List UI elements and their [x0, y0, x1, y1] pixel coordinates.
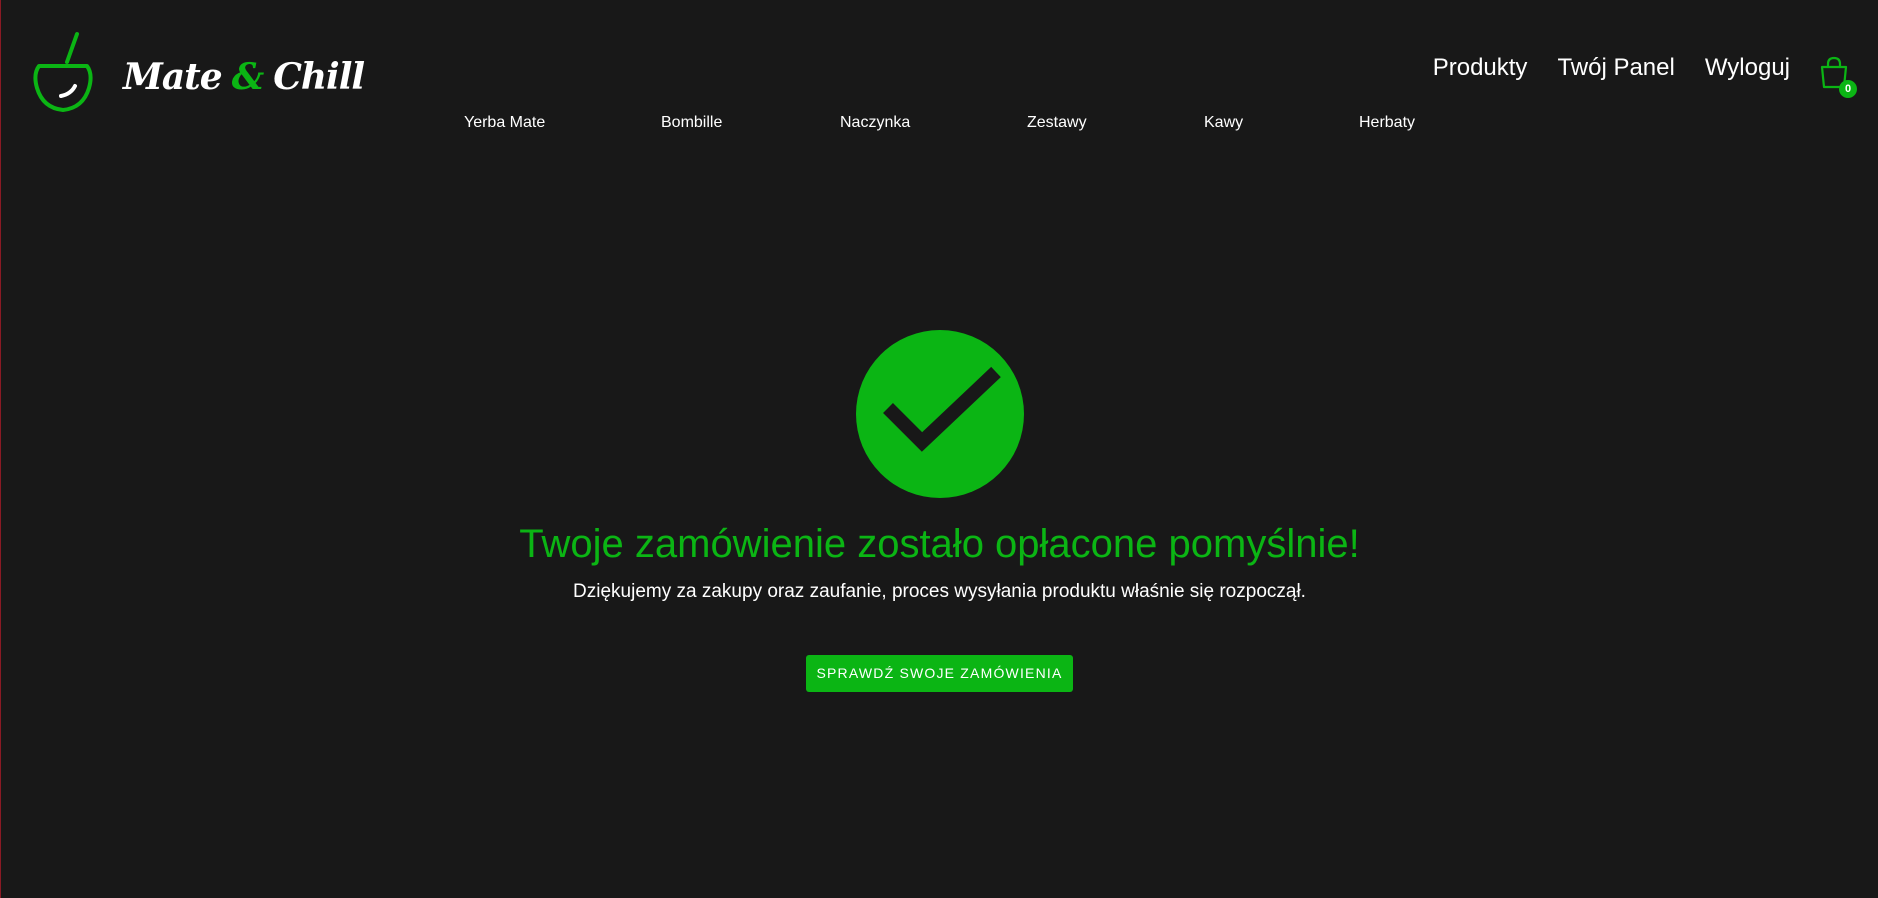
nav-link-wyloguj[interactable]: Wyloguj — [1705, 54, 1790, 82]
category-kawy[interactable]: Kawy — [1204, 114, 1243, 132]
nav-link-produkty[interactable]: Produkty — [1433, 54, 1528, 82]
success-title: Twoje zamówienie zostało opłacone pomyśl… — [519, 522, 1360, 566]
brand-name-part2: Chill — [273, 56, 365, 98]
category-bombille[interactable]: Bombille — [661, 114, 722, 132]
cart-button[interactable]: 0 — [1819, 56, 1857, 98]
main-nav: Produkty Twój Panel Wyloguj — [1433, 54, 1790, 82]
cart-count-badge: 0 — [1839, 80, 1857, 98]
mate-gourd-icon — [33, 32, 93, 112]
category-yerba-mate[interactable]: Yerba Mate — [464, 114, 545, 132]
site-header: Mate & Chill Produkty Twój Panel Wyloguj 0… — [1, 0, 1878, 150]
brand-name-part1: Mate — [123, 56, 223, 98]
brand-name: Mate & Chill — [123, 56, 365, 98]
check-orders-button[interactable]: SPRAWDŹ SWOJE ZAMÓWIENIA — [806, 655, 1073, 692]
nav-link-twoj-panel[interactable]: Twój Panel — [1557, 54, 1674, 82]
category-nav: Yerba Mate Bombille Naczynka Zestawy Kaw… — [1, 114, 1878, 134]
category-naczynka[interactable]: Naczynka — [840, 114, 910, 132]
logo-link[interactable]: Mate & Chill — [31, 28, 365, 114]
payment-success-section: Twoje zamówienie zostało opłacone pomyśl… — [1, 330, 1878, 692]
category-herbaty[interactable]: Herbaty — [1359, 114, 1415, 132]
brand-name-ampersand: & — [231, 56, 265, 98]
success-message: Dziękujemy za zakupy oraz zaufanie, proc… — [573, 581, 1306, 602]
category-zestawy[interactable]: Zestawy — [1027, 114, 1087, 132]
check-circle-icon — [855, 330, 1024, 498]
